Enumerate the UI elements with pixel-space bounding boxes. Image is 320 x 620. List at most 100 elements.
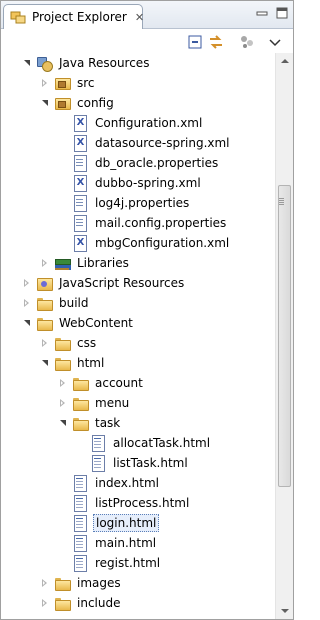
- tree-item-label: Java Resources: [59, 56, 150, 70]
- tree-item-label: index.html: [95, 476, 159, 490]
- tree-item-label: main.html: [95, 536, 157, 550]
- tree-item[interactable]: JavaScript Resources: [1, 273, 275, 293]
- tree-item[interactable]: allocatTask.html: [1, 433, 275, 453]
- tree-item-label: Libraries: [77, 256, 129, 270]
- collapsed-toggle-icon[interactable]: [21, 293, 33, 313]
- toggle-spacer: [57, 193, 69, 213]
- tree-item[interactable]: Java Resources: [1, 53, 275, 73]
- collapsed-toggle-icon[interactable]: [57, 373, 69, 393]
- toggle-spacer: [57, 153, 69, 173]
- view-menu-icon[interactable]: [239, 34, 255, 50]
- toggle-spacer: [75, 453, 87, 473]
- folder-icon: [54, 355, 71, 371]
- folder-icon: [54, 595, 71, 611]
- html-file-icon: [72, 535, 88, 552]
- scroll-up-button[interactable]: [276, 53, 293, 70]
- tree-item-label: allocatTask.html: [113, 436, 211, 450]
- tree-item[interactable]: index.html: [1, 473, 275, 493]
- tree-item[interactable]: html: [1, 353, 275, 373]
- collapse-all-icon[interactable]: [187, 34, 203, 50]
- view-toolbar: [1, 30, 293, 54]
- vertical-scrollbar[interactable]: [275, 53, 293, 619]
- collapsed-toggle-icon[interactable]: [39, 73, 51, 93]
- tree-item[interactable]: build: [1, 293, 275, 313]
- view-tab-bar: Project Explorer ✕: [1, 1, 293, 29]
- toggle-spacer: [57, 473, 69, 493]
- project-tree[interactable]: Java Resources src config Configuration.xml…: [1, 53, 275, 620]
- chevron-down-icon[interactable]: [267, 34, 283, 50]
- tree-item[interactable]: log4j.properties: [1, 193, 275, 213]
- tree-item[interactable]: menu: [1, 393, 275, 413]
- html-file-icon: [90, 435, 106, 452]
- tree-item[interactable]: task: [1, 413, 275, 433]
- tree-item[interactable]: account: [1, 373, 275, 393]
- tree-item-label: Configuration.xml: [95, 116, 203, 130]
- maximize-button[interactable]: [275, 6, 289, 20]
- tree-item-label: images: [77, 576, 121, 590]
- tab-title: Project Explorer: [32, 10, 127, 24]
- tree-item-label: menu: [95, 396, 130, 410]
- tree-item-label: task: [95, 416, 121, 430]
- scrollbar-thumb[interactable]: [278, 185, 291, 487]
- properties-file-icon: [72, 195, 88, 212]
- minimize-button[interactable]: [255, 6, 269, 20]
- tree-item[interactable]: db_oracle.properties: [1, 153, 275, 173]
- tree-item[interactable]: listTask.html: [1, 453, 275, 473]
- tree-item-label: mail.config.properties: [95, 216, 227, 230]
- tree-item-label: config: [77, 96, 114, 110]
- tree-item[interactable]: Configuration.xml: [1, 113, 275, 133]
- tree-item[interactable]: Libraries: [1, 253, 275, 273]
- collapsed-toggle-icon[interactable]: [57, 393, 69, 413]
- expanded-toggle-icon[interactable]: [21, 53, 33, 73]
- toggle-spacer: [57, 533, 69, 553]
- collapsed-toggle-icon[interactable]: [39, 333, 51, 353]
- collapsed-toggle-icon[interactable]: [39, 253, 51, 273]
- tree-item-label: css: [77, 336, 97, 350]
- collapsed-toggle-icon[interactable]: [39, 593, 51, 613]
- tree-item[interactable]: WebContent: [1, 313, 275, 333]
- window-controls: [255, 6, 289, 20]
- tree-item[interactable]: images: [1, 573, 275, 593]
- properties-file-icon: [72, 155, 88, 172]
- scroll-down-button[interactable]: [276, 602, 293, 619]
- tree-item[interactable]: regist.html: [1, 553, 275, 573]
- tree-item[interactable]: src: [1, 73, 275, 93]
- tree-item-label: WebContent: [59, 316, 133, 330]
- tree-item-label: datasource-spring.xml: [95, 136, 230, 150]
- toggle-spacer: [75, 433, 87, 453]
- toggle-spacer: [57, 113, 69, 133]
- expanded-toggle-icon[interactable]: [57, 413, 69, 433]
- collapsed-toggle-icon[interactable]: [21, 273, 33, 293]
- folder-icon: [72, 395, 89, 411]
- tree-item[interactable]: css: [1, 333, 275, 353]
- libraries-icon: [54, 255, 71, 271]
- tree-item[interactable]: include: [1, 593, 275, 613]
- folder-icon: [72, 415, 89, 431]
- tree-item[interactable]: config: [1, 93, 275, 113]
- toggle-spacer: [57, 213, 69, 233]
- tree-item[interactable]: mail.config.properties: [1, 213, 275, 233]
- expanded-toggle-icon[interactable]: [39, 93, 51, 113]
- tree-item[interactable]: mbgConfiguration.xml: [1, 233, 275, 253]
- expanded-toggle-icon[interactable]: [39, 353, 51, 373]
- tree-item[interactable]: login.html: [1, 513, 275, 533]
- tree-item[interactable]: datasource-spring.xml: [1, 133, 275, 153]
- tree-item[interactable]: dubbo-spring.xml: [1, 173, 275, 193]
- expanded-toggle-icon[interactable]: [21, 313, 33, 333]
- toggle-spacer: [57, 513, 69, 533]
- tree-item[interactable]: main.html: [1, 533, 275, 553]
- tree-item-label: mbgConfiguration.xml: [95, 236, 230, 250]
- project-explorer-icon: [10, 9, 26, 25]
- html-file-icon: [72, 515, 88, 532]
- folder-icon: [36, 295, 53, 311]
- javascript-resources-icon: [36, 275, 53, 291]
- collapsed-toggle-icon[interactable]: [39, 573, 51, 593]
- close-icon[interactable]: ✕: [135, 12, 144, 23]
- tab-project-explorer[interactable]: Project Explorer ✕: [3, 4, 144, 29]
- link-with-editor-icon[interactable]: [208, 34, 224, 50]
- html-file-icon: [72, 495, 88, 512]
- tree-item-label: dubbo-spring.xml: [95, 176, 201, 190]
- tree-item[interactable]: listProcess.html: [1, 493, 275, 513]
- properties-file-icon: [72, 215, 88, 232]
- tree-item-label: include: [77, 596, 121, 610]
